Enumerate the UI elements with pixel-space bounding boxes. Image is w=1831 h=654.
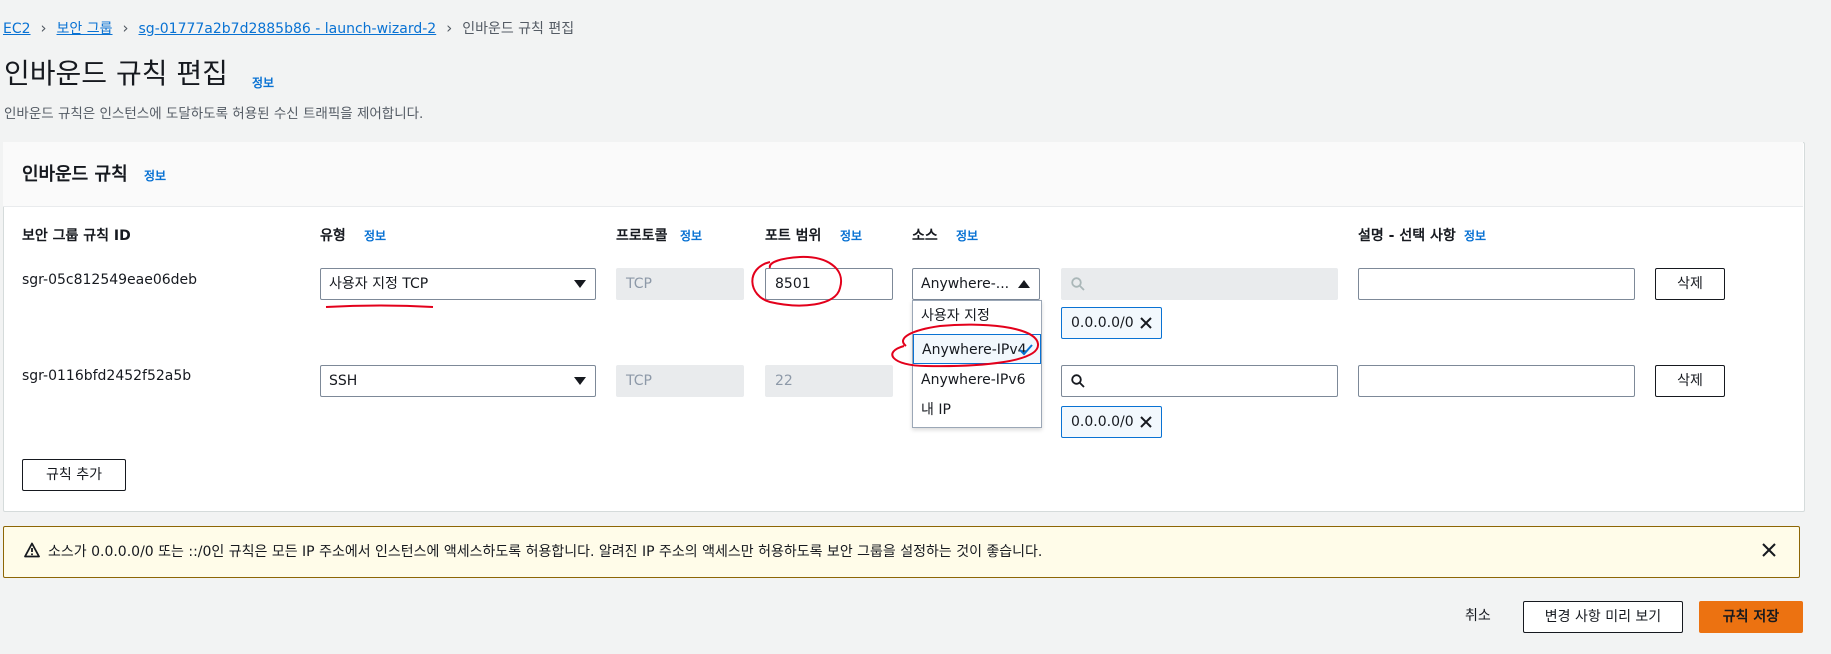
close-icon[interactable]	[1139, 415, 1153, 429]
dropdown-option-custom[interactable]: 사용자 지정	[913, 301, 1041, 331]
description-input[interactable]	[1358, 365, 1635, 397]
column-header-port-range: 포트 범위	[765, 228, 822, 244]
page-title: 인바운드 규칙 편집	[4, 57, 228, 90]
rule-id: sgr-05c812549eae06deb	[22, 272, 198, 288]
rule-id: sgr-0116bfd2452f52a5b	[22, 368, 192, 384]
type-select[interactable]: 사용자 지정 TCP	[320, 268, 596, 300]
alert-text: 소스가 0.0.0.0/0 또는 ::/0인 규칙은 모든 IP 주소에서 인스…	[48, 544, 1043, 560]
breadcrumb-security-groups[interactable]: 보안 그룹	[57, 21, 113, 37]
protocol-info-link[interactable]: 정보	[680, 227, 702, 244]
type-select-value: 사용자 지정 TCP	[329, 276, 429, 292]
cidr-search-input[interactable]	[1061, 268, 1338, 300]
column-header-description: 설명 - 선택 사항	[1358, 228, 1456, 244]
breadcrumb-ec2[interactable]: EC2	[3, 21, 31, 37]
column-header-type: 유형	[320, 228, 346, 244]
description-info-link[interactable]: 정보	[1464, 227, 1486, 244]
preview-changes-button[interactable]: 변경 사항 미리 보기	[1523, 601, 1683, 633]
dropdown-option-my-ip[interactable]: 내 IP	[913, 395, 1041, 425]
cidr-search-input[interactable]	[1061, 365, 1338, 397]
close-icon[interactable]	[1761, 542, 1777, 558]
caret-down-icon	[574, 280, 586, 288]
panel-title: 인바운드 규칙	[22, 164, 128, 185]
column-header-protocol: 프로토콜	[616, 228, 668, 244]
close-icon[interactable]	[1139, 316, 1153, 330]
add-rule-button[interactable]: 규칙 추가	[22, 459, 126, 491]
delete-button[interactable]: 삭제	[1655, 365, 1725, 397]
source-select[interactable]: Anywhere-...	[912, 268, 1040, 300]
source-info-link[interactable]: 정보	[956, 227, 978, 244]
breadcrumb-current: 인바운드 규칙 편집	[462, 21, 575, 37]
column-header-source: 소스	[912, 228, 938, 244]
type-select-value: SSH	[329, 373, 358, 389]
option-label: Anywhere-IPv4	[922, 342, 1027, 358]
chevron-right-icon: ›	[40, 19, 47, 37]
type-select[interactable]: SSH	[320, 365, 596, 397]
type-info-link[interactable]: 정보	[364, 227, 386, 244]
description-input[interactable]	[1358, 268, 1635, 300]
save-rules-button[interactable]: 규칙 저장	[1699, 601, 1803, 633]
search-icon	[1071, 277, 1085, 291]
protocol-field: TCP	[616, 365, 744, 397]
chevron-right-icon: ›	[446, 19, 453, 37]
cidr-token-label: 0.0.0.0/0	[1071, 414, 1134, 430]
delete-button[interactable]: 삭제	[1655, 268, 1725, 300]
cidr-token-label: 0.0.0.0/0	[1071, 315, 1134, 331]
breadcrumb: EC2 › 보안 그룹 › sg-01777a2b7d2885b86 - launch-…	[3, 18, 574, 38]
dropdown-option-anywhere-ipv6[interactable]: Anywhere-IPv6	[913, 365, 1041, 395]
port-range-field: 22	[765, 365, 893, 397]
port-range-input[interactable]: 8501	[765, 268, 893, 300]
source-dropdown-menu: 사용자 지정 Anywhere-IPv4 Anywhere-IPv6 내 IP	[912, 300, 1042, 428]
search-icon	[1071, 374, 1085, 388]
port-range-info-link[interactable]: 정보	[840, 227, 862, 244]
cidr-token: 0.0.0.0/0	[1061, 406, 1162, 438]
panel-info-link[interactable]: 정보	[144, 167, 166, 184]
cidr-token: 0.0.0.0/0	[1061, 307, 1162, 339]
check-icon	[1019, 344, 1033, 356]
page-subtitle: 인바운드 규칙은 인스턴스에 도달하도록 허용된 수신 트래픽을 제어합니다.	[4, 106, 424, 122]
caret-down-icon	[574, 377, 586, 385]
chevron-right-icon: ›	[122, 19, 129, 37]
column-header-rule-id: 보안 그룹 규칙 ID	[22, 228, 131, 244]
panel-header	[3, 142, 1803, 207]
source-select-value: Anywhere-...	[921, 276, 1010, 292]
breadcrumb-security-group[interactable]: sg-01777a2b7d2885b86 - launch-wizard-2	[139, 21, 437, 37]
caret-up-icon	[1018, 280, 1030, 288]
warning-icon	[24, 542, 40, 558]
cancel-button[interactable]: 취소	[1465, 605, 1491, 625]
dropdown-option-anywhere-ipv4[interactable]: Anywhere-IPv4	[913, 334, 1041, 364]
protocol-field: TCP	[616, 268, 744, 300]
page-info-link[interactable]: 정보	[252, 74, 274, 91]
